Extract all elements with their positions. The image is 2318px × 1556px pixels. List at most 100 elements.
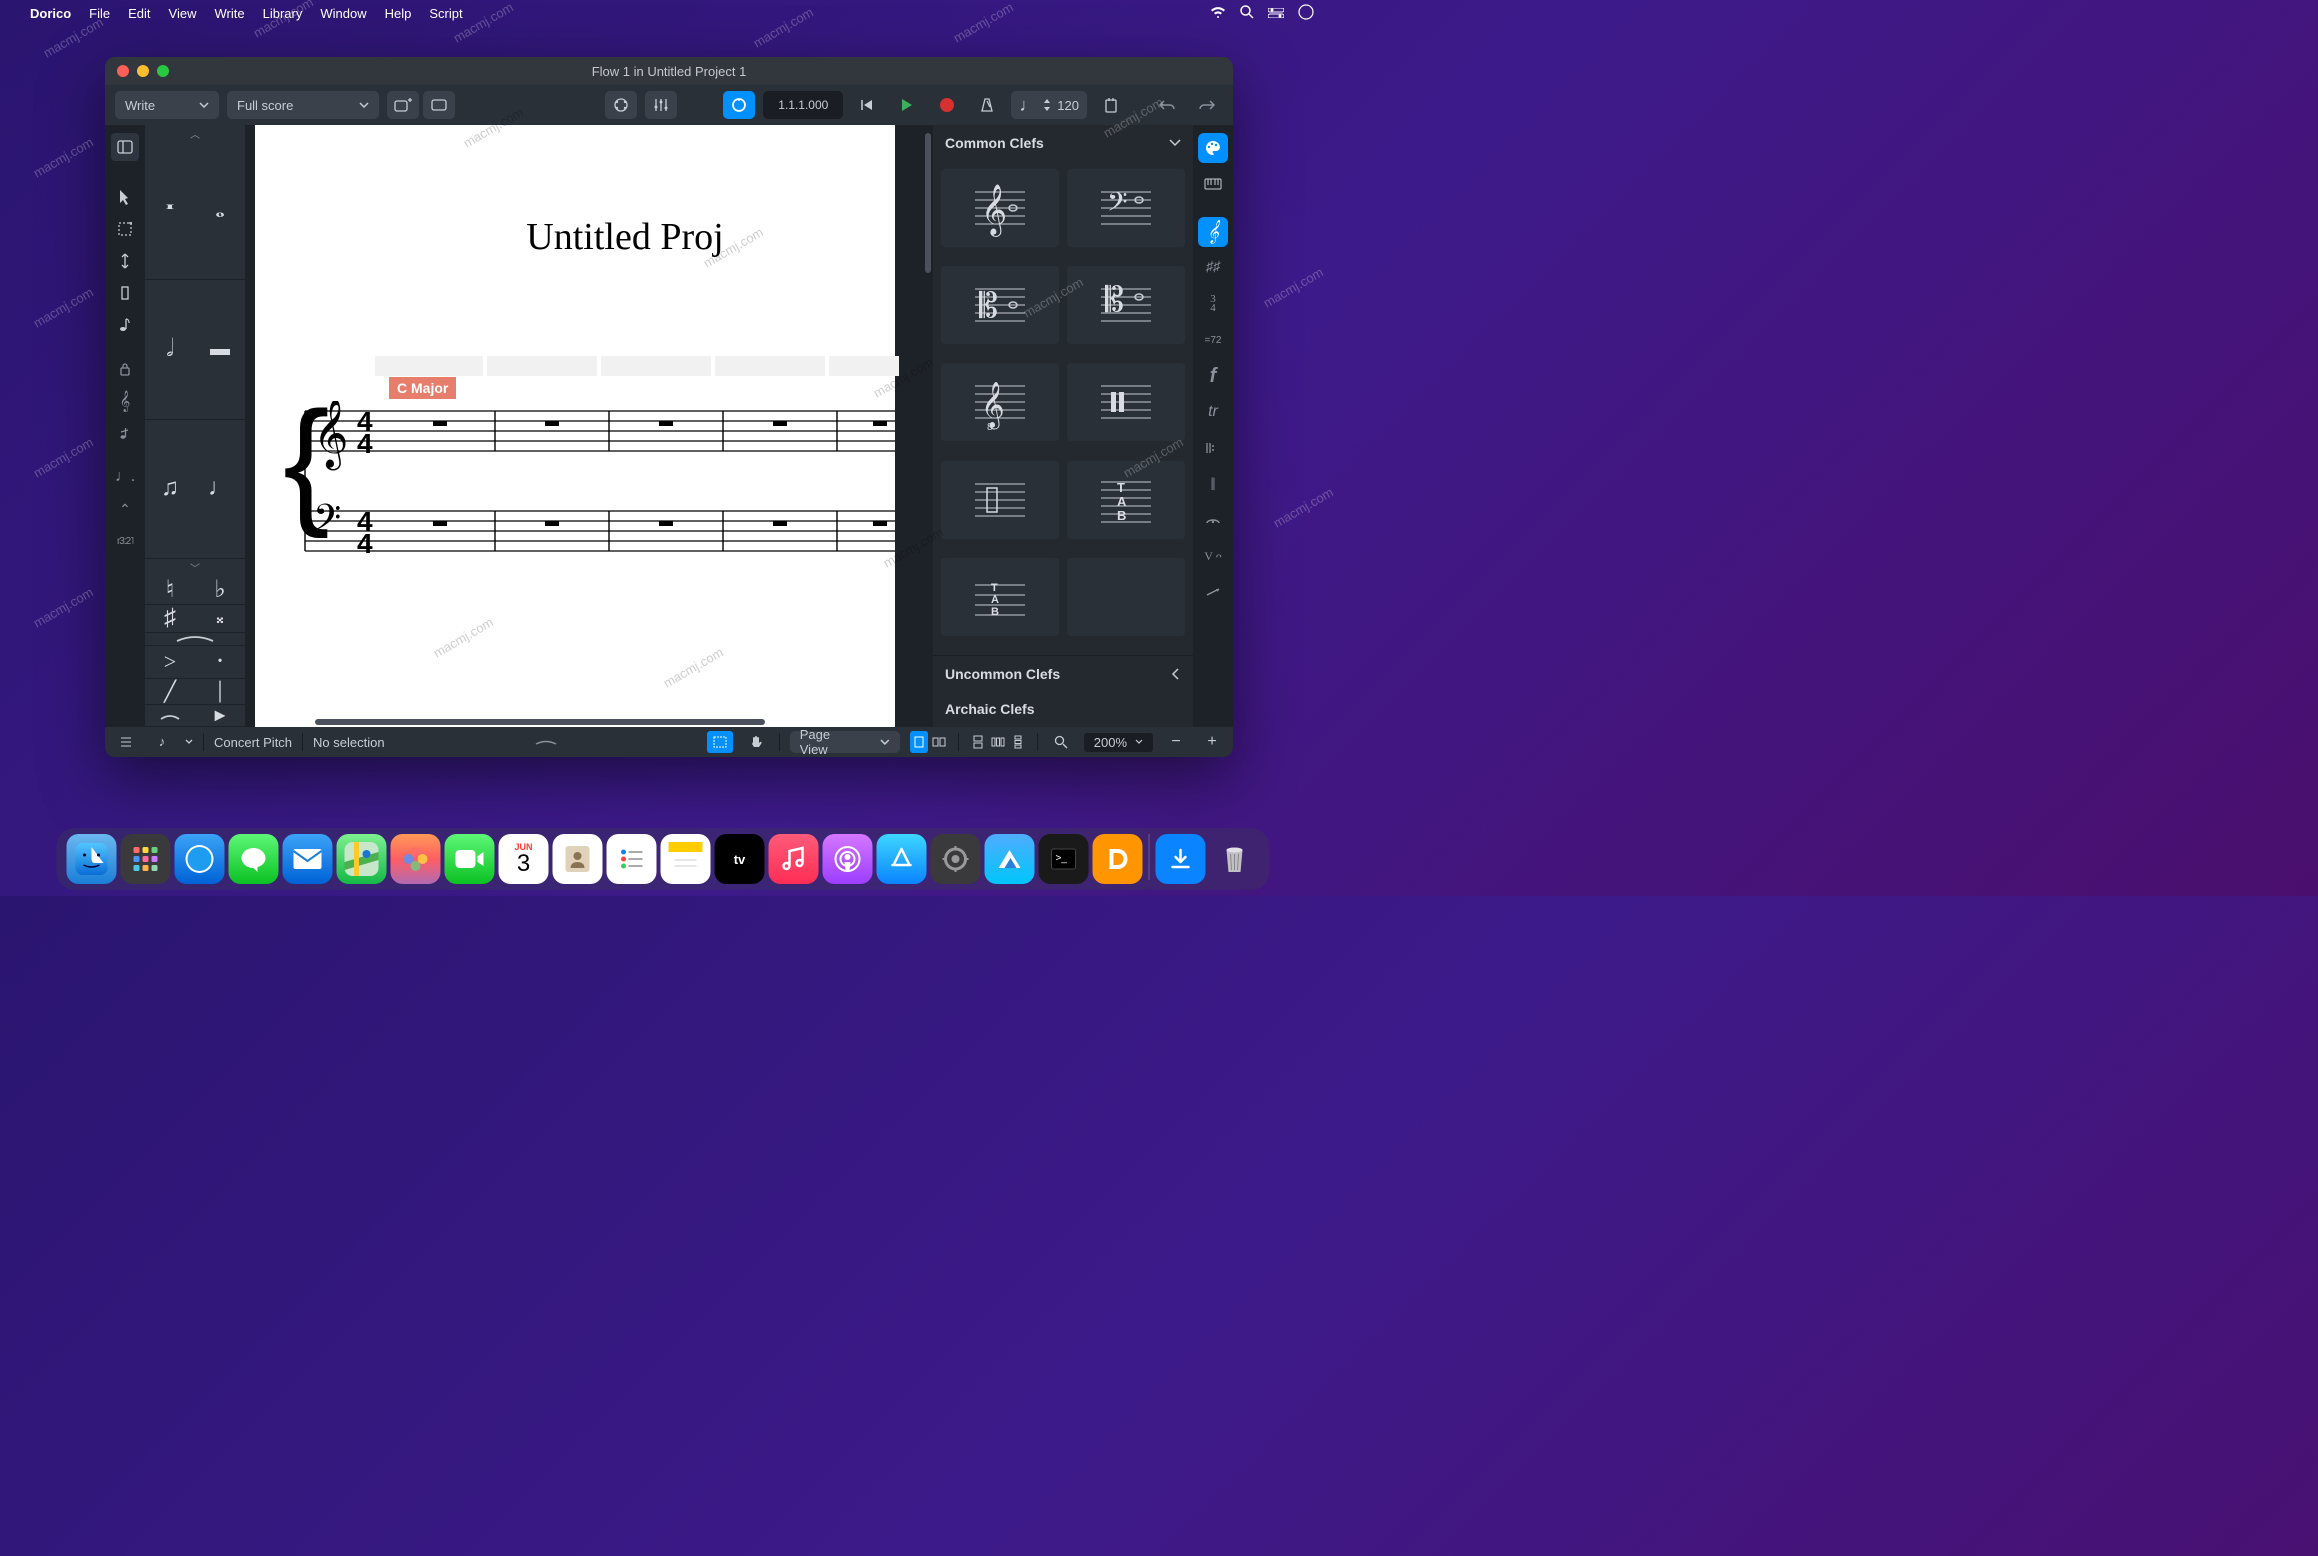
tempo-marks-button[interactable]: =72 <box>1198 325 1228 355</box>
dock-messages[interactable] <box>229 834 279 884</box>
redo-button[interactable] <box>1191 91 1223 119</box>
lines-button[interactable] <box>1198 577 1228 607</box>
dock-notes[interactable] <box>661 834 711 884</box>
double-sharp-button[interactable]: 𝄪 <box>195 605 245 633</box>
archaic-clefs-header[interactable]: Archaic Clefs <box>933 691 1193 727</box>
scroll-up-button[interactable]: ︿ <box>145 125 245 141</box>
score-area[interactable]: Untitled Proj C Major 1 2 3 4 5 <box>245 125 933 727</box>
tie-button[interactable] <box>145 633 245 646</box>
page-layout-single[interactable] <box>910 731 928 753</box>
flat-button[interactable]: ♭ <box>195 575 245 605</box>
score-page[interactable]: Untitled Proj C Major 1 2 3 4 5 <box>255 125 895 727</box>
play-button[interactable] <box>891 91 923 119</box>
dock-finder[interactable] <box>67 834 117 884</box>
zoom-tool-button[interactable] <box>1048 731 1074 753</box>
timecode-display[interactable]: 1.1.1.000 <box>763 91 843 119</box>
siri-icon[interactable] <box>1298 4 1314 23</box>
dock-contacts[interactable] <box>553 834 603 884</box>
control-center-icon[interactable] <box>1268 6 1284 21</box>
keyboard-button[interactable] <box>1198 169 1228 199</box>
dock-trash[interactable] <box>1210 834 1260 884</box>
arrow-tool[interactable] <box>111 183 139 211</box>
dock-reminders[interactable] <box>607 834 657 884</box>
insert-tool[interactable] <box>111 279 139 307</box>
app-name[interactable]: Dorico <box>30 6 71 21</box>
dock-safari[interactable] <box>175 834 225 884</box>
dock-maps[interactable] <box>337 834 387 884</box>
transport-options-button[interactable] <box>1095 91 1127 119</box>
playing-techniques-button[interactable]: V ᴖ <box>1198 541 1228 571</box>
note-icon[interactable]: ♪ <box>149 731 175 753</box>
chord-tool[interactable] <box>111 311 139 339</box>
minimize-button[interactable] <box>137 65 149 77</box>
staccato-button[interactable]: · <box>195 646 245 679</box>
treble-clef-item[interactable]: 𝄞 <box>941 169 1059 247</box>
dot-tool[interactable]: ♩. <box>111 463 139 491</box>
holds-button[interactable] <box>1198 505 1228 535</box>
window-button[interactable] <box>423 91 455 119</box>
vertical-scrollbar[interactable] <box>925 133 931 273</box>
galley-3[interactable] <box>1009 731 1027 753</box>
dock-facetime[interactable] <box>445 834 495 884</box>
bass-clef-item[interactable]: 𝄢 <box>1067 169 1185 247</box>
menu-edit[interactable]: Edit <box>128 6 150 21</box>
clef-tool[interactable]: 𝄞 <box>111 387 139 415</box>
menu-library[interactable]: Library <box>263 6 303 21</box>
layout-selector[interactable]: Full score <box>227 91 379 119</box>
menu-help[interactable]: Help <box>385 6 412 21</box>
treble-8vb-item[interactable]: 𝄞8 <box>941 363 1059 441</box>
dock-photos[interactable] <box>391 834 441 884</box>
grace-tool[interactable] <box>111 419 139 447</box>
alto-clef-item[interactable]: 𝄡 <box>941 266 1059 344</box>
tab-4-clef-item[interactable]: TAB <box>941 558 1059 636</box>
sharp-button[interactable]: ♯ <box>145 605 195 633</box>
dock-settings[interactable] <box>931 834 981 884</box>
search-icon[interactable] <box>1240 5 1254 22</box>
tuplet-tool[interactable]: r3:2˥ <box>111 527 139 555</box>
view-mode-selector[interactable]: Page View <box>790 731 900 753</box>
zoom-out-button[interactable]: − <box>1163 731 1189 753</box>
wifi-icon[interactable] <box>1210 6 1226 21</box>
clef-panel-button[interactable]: 𝄞 <box>1198 217 1228 247</box>
common-clefs-header[interactable]: Common Clefs <box>933 125 1193 161</box>
close-button[interactable] <box>117 65 129 77</box>
dock-music[interactable] <box>769 834 819 884</box>
rewind-button[interactable] <box>851 91 883 119</box>
menu-script[interactable]: Script <box>429 6 462 21</box>
tenor-clef-item[interactable]: 𝄡 <box>1067 266 1185 344</box>
click-button[interactable] <box>723 91 755 119</box>
panel-toggle-button[interactable] <box>111 133 139 161</box>
line-button[interactable]: │ <box>195 679 245 705</box>
uncommon-clefs-header[interactable]: Uncommon Clefs <box>933 655 1193 691</box>
hand-mode-button[interactable] <box>743 731 769 753</box>
breve-button[interactable]: 𝄺 <box>145 141 195 280</box>
neutral-clef-item[interactable] <box>941 461 1059 539</box>
page-layout-spread[interactable] <box>930 731 948 753</box>
zoom-selector[interactable]: 200% <box>1084 733 1153 752</box>
scroll-down-button[interactable]: ﹀ <box>145 559 245 575</box>
layout-icon[interactable] <box>113 731 139 753</box>
ornaments-button[interactable]: tr <box>1198 397 1228 427</box>
expand-icon[interactable] <box>534 738 558 746</box>
dock-terminal[interactable]: >_ <box>1039 834 1089 884</box>
grand-staff[interactable]: { <box>275 401 895 571</box>
menu-file[interactable]: File <box>89 6 110 21</box>
dock-appstore[interactable] <box>877 834 927 884</box>
new-tab-button[interactable] <box>387 91 419 119</box>
repeat-button[interactable] <box>1198 433 1228 463</box>
slash-button[interactable]: ╱ <box>145 679 195 705</box>
maximize-button[interactable] <box>157 65 169 77</box>
marquee-mode-button[interactable] <box>707 731 733 753</box>
quarter-note-button[interactable]: ♩ <box>195 420 245 559</box>
time-sig-button[interactable]: 34 <box>1198 289 1228 319</box>
menu-write[interactable]: Write <box>214 6 244 21</box>
half-note-button[interactable]: 𝅗𝅥 <box>145 280 195 419</box>
horizontal-scrollbar[interactable] <box>315 719 765 725</box>
dock-podcasts[interactable] <box>823 834 873 884</box>
palette-button[interactable] <box>1198 133 1228 163</box>
mixer-button[interactable] <box>645 91 677 119</box>
bars-button[interactable]: ‖ <box>1198 469 1228 499</box>
dock-dorico[interactable] <box>1093 834 1143 884</box>
galley-1[interactable] <box>969 731 987 753</box>
chevron-down-icon[interactable] <box>185 737 193 747</box>
